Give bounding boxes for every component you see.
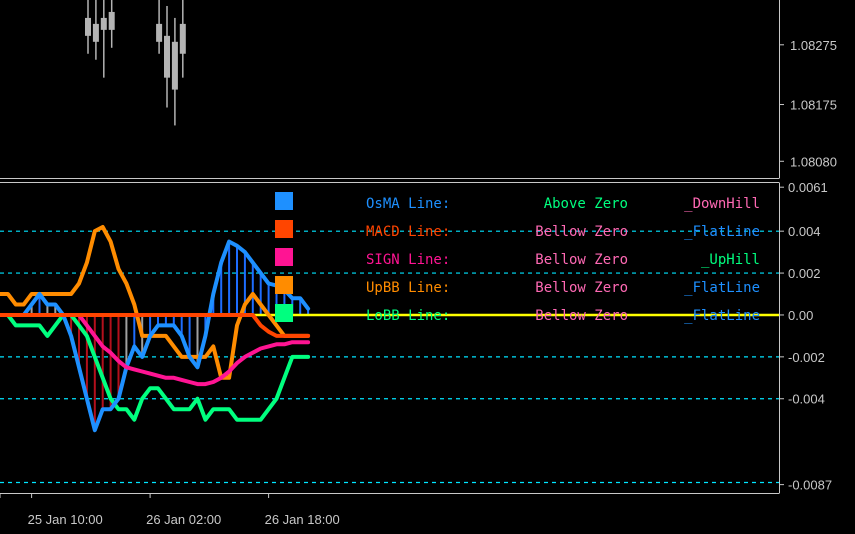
indicator-tick-label: 0.0061 [788, 180, 828, 195]
indicator-tick-label: 0.00 [788, 308, 813, 323]
candle-body [156, 23, 163, 42]
candle-body [179, 23, 186, 54]
candle-body [108, 11, 115, 30]
candle-body [85, 17, 91, 36]
indicator-tick-label: -0.004 [788, 392, 825, 407]
candle-body [164, 35, 170, 78]
candle-body [100, 17, 107, 30]
time-tick-label: 26 Jan 02:00 [146, 512, 221, 527]
legend-trend: _DownHill [684, 196, 760, 212]
legend-trend: _UpHill [701, 252, 760, 268]
legend-status: Bellow Zero [535, 224, 628, 240]
time-tick-label: 25 Jan 10:00 [28, 512, 103, 527]
legend-trend: _FlatLine [684, 308, 760, 324]
indicator-legend: OsMA Line: Above Zero _DownHill MACD Line: B… [275, 192, 760, 324]
indicator-tick-label: -0.002 [788, 350, 825, 365]
indicator-tick-label: 0.004 [788, 224, 821, 239]
chart-frame [0, 0, 780, 494]
price-tick-label: 1.08080 [790, 154, 837, 169]
candle-body [92, 23, 99, 42]
legend-status: Above Zero [544, 196, 628, 212]
legend-color-box [275, 192, 293, 210]
legend-color-box [275, 276, 293, 294]
legend-name: LoBB Line: [366, 308, 450, 324]
legend-trend: _FlatLine [684, 280, 760, 296]
price-pane: 1.08275 1.08175 1.08080 [85, 0, 837, 169]
legend-status: Bellow Zero [535, 252, 628, 268]
legend-name: UpBB Line: [366, 280, 450, 296]
indicator-tick-label: -0.0087 [788, 478, 832, 493]
legend-trend: _FlatLine [684, 224, 760, 240]
trading-chart: 1.08275 1.08175 1.08080 0.0061 0.004 0.002 0.… [0, 0, 837, 527]
price-tick-label: 1.08175 [790, 98, 837, 113]
candle-body [171, 41, 178, 90]
legend-name: MACD Line: [366, 224, 450, 240]
legend-status: Bellow Zero [535, 308, 628, 324]
price-tick-label: 1.08275 [790, 38, 837, 53]
legend-color-box [275, 304, 293, 322]
legend-name: OsMA Line: [366, 196, 450, 212]
time-tick-label: 26 Jan 18:00 [265, 512, 340, 527]
legend-status: Bellow Zero [535, 280, 628, 296]
indicator-tick-label: 0.002 [788, 266, 821, 281]
legend-name: SIGN Line: [366, 252, 450, 268]
legend-color-box [275, 248, 293, 266]
legend-color-box [275, 220, 293, 238]
